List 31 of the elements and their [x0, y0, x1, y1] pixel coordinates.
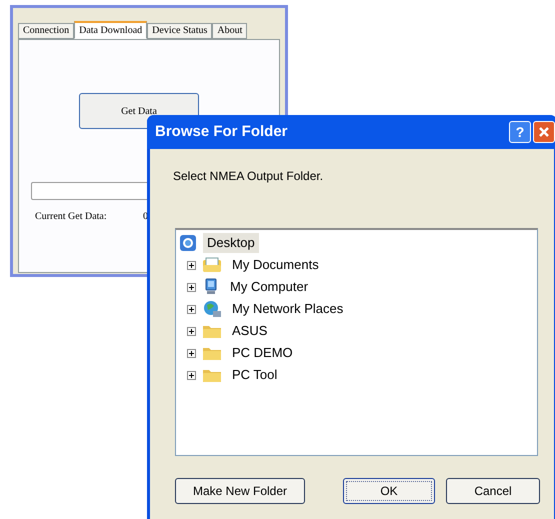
tab[interactable]: Data Download — [74, 21, 148, 39]
document-folder-icon — [202, 257, 222, 273]
tab[interactable]: Device Status — [147, 23, 212, 39]
tree-item[interactable]: ASUS — [228, 321, 272, 341]
tree-item[interactable]: PC DEMO — [228, 343, 297, 363]
current-get-data-label: Current Get Data: — [35, 210, 108, 224]
folder-icon — [202, 323, 222, 339]
expand-icon[interactable] — [187, 326, 196, 336]
expand-icon[interactable] — [187, 370, 196, 380]
tree-item[interactable]: My Documents — [228, 255, 323, 275]
tab[interactable]: About — [212, 23, 248, 39]
expand-icon[interactable] — [187, 282, 196, 292]
close-icon — [538, 126, 550, 138]
dialog-button[interactable]: Cancel — [446, 478, 540, 504]
prompt-text: Select NMEA Output Folder. — [173, 168, 324, 185]
dialog-button[interactable]: OK — [343, 478, 435, 504]
tree-item[interactable]: My Computer — [226, 277, 312, 297]
tree-item[interactable]: My Network Places — [228, 299, 348, 319]
tree-item[interactable]: Desktop — [203, 233, 259, 253]
globe-network-icon — [202, 300, 222, 318]
expand-icon[interactable] — [187, 260, 196, 270]
help-button[interactable]: ? — [509, 121, 531, 143]
folder-icon — [202, 367, 222, 383]
expand-icon[interactable] — [187, 304, 196, 314]
tree-item[interactable]: PC Tool — [228, 365, 282, 385]
folder-icon — [202, 345, 222, 361]
dialog-button[interactable]: Make New Folder — [175, 478, 305, 504]
close-button[interactable] — [533, 121, 555, 143]
expand-icon[interactable] — [187, 348, 196, 358]
desktop-icon — [179, 234, 197, 252]
tab[interactable]: Connection — [18, 23, 74, 39]
